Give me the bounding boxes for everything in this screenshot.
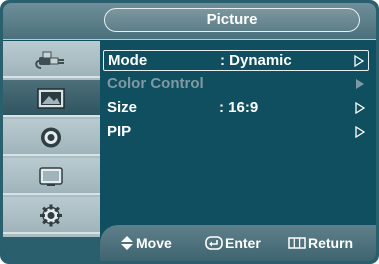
arrow-right-icon [354, 55, 364, 67]
osd-window: Picture Mode: Dynamic Color Control Siz… [0, 0, 379, 264]
menu-panel: Mode : Dynamic Color Control Size : 16:9 [100, 41, 376, 237]
input-plug-icon [35, 51, 64, 69]
hint-return-label: Return [308, 235, 354, 251]
sidebar-footer [3, 237, 100, 261]
sidebar-item-sound[interactable] [3, 119, 100, 156]
color-control-label: Color Control [107, 75, 204, 92]
sidebar [3, 41, 100, 237]
osd-frame: Picture Mode: Dynamic Color Control Siz… [3, 3, 376, 261]
hint-bar: Move Enter Return [100, 225, 376, 261]
picture-icon [37, 88, 65, 109]
setup-gear-icon [40, 204, 62, 227]
arrow-right-icon [355, 126, 365, 138]
updown-arrow-icon [121, 236, 133, 250]
size-value: : 16:9 [219, 99, 259, 116]
mode-value: : Dynamic [220, 52, 292, 69]
sidebar-item-setup[interactable] [3, 197, 100, 234]
arrow-right-icon [355, 102, 365, 114]
channel-icon [39, 167, 63, 186]
sidebar-item-input[interactable] [3, 41, 100, 78]
pip-label: PIP [107, 123, 132, 140]
return-menu-icon [288, 237, 306, 249]
hint-enter: Enter [205, 234, 261, 252]
enter-icon [205, 236, 223, 250]
sidebar-item-picture[interactable] [3, 80, 100, 117]
menu-row-pip[interactable]: PIP [103, 122, 369, 143]
hint-move-label: Move [136, 235, 172, 251]
hint-move: Move [120, 234, 172, 252]
menu-row-size[interactable]: Size : 16:9 [103, 98, 369, 119]
title-bar: Picture [3, 3, 376, 40]
menu-row-mode[interactable]: Mode : Dynamic [103, 50, 369, 71]
menu-row-color-control: Color Control [103, 74, 369, 95]
size-label: Size [107, 99, 138, 116]
sound-icon [41, 127, 61, 148]
menu-title: Picture [104, 8, 360, 32]
sidebar-item-channel[interactable] [3, 158, 100, 195]
hint-return: Return [288, 234, 353, 252]
mode-label: Mode [108, 52, 148, 69]
arrow-right-icon [356, 79, 364, 89]
hint-enter-label: Enter [225, 235, 261, 251]
